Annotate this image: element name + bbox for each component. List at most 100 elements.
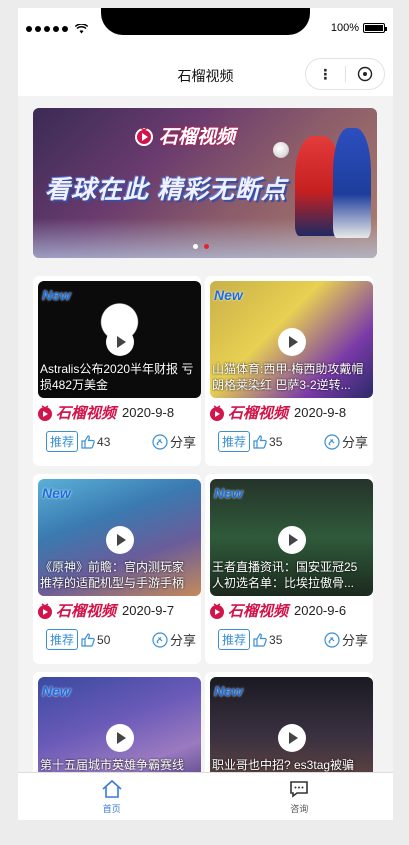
home-icon bbox=[102, 779, 122, 798]
play-icon[interactable] bbox=[106, 328, 134, 356]
battery-percent: 100% bbox=[330, 22, 359, 34]
video-card[interactable]: New 王者直播资讯：国安亚冠25 人初选名单：比埃拉傲骨... 石榴视频 20… bbox=[205, 474, 373, 664]
carousel-dot[interactable] bbox=[193, 244, 198, 249]
recommend-tag[interactable]: 推荐 bbox=[218, 431, 251, 452]
share-label: 分享 bbox=[341, 435, 368, 450]
like-count: 43 bbox=[97, 434, 111, 449]
tab-label: 首页 bbox=[102, 803, 121, 814]
thumbs-up-icon bbox=[81, 434, 95, 449]
like-button[interactable]: 35 bbox=[252, 632, 282, 648]
play-icon[interactable] bbox=[278, 526, 306, 554]
video-title: 山猫体育:西甲-梅西助攻戴帽 朗格莱染红 巴萨3-2逆转... bbox=[212, 362, 364, 392]
video-title: 职业哥也中招? es3tag被骗 bbox=[212, 758, 355, 772]
video-thumbnail[interactable]: New 山猫体育:西甲-梅西助攻戴帽 朗格莱染红 巴萨3-2逆转... bbox=[210, 281, 373, 398]
banner-logo-text: 石榴视频 bbox=[159, 127, 236, 148]
brand-logo: 石榴视频 bbox=[208, 402, 288, 423]
video-title: Astralis公布2020半年财报 亏损482万美金 bbox=[40, 362, 194, 392]
pomegranate-logo-icon bbox=[38, 602, 52, 619]
video-title: 《原神》前瞻：官内测玩家 推荐的适配机型与手游手柄 bbox=[40, 560, 185, 590]
tab-label: 咨询 bbox=[290, 803, 309, 814]
video-card[interactable]: New 第十五届城市英雄争霸赛线 bbox=[33, 672, 201, 772]
mini-program-capsule: ⋮ bbox=[305, 58, 385, 90]
close-button[interactable] bbox=[345, 66, 384, 82]
video-actions: 推荐 43 分享 bbox=[46, 431, 196, 452]
new-badge: New bbox=[42, 287, 71, 303]
battery-icon bbox=[363, 23, 387, 33]
battery-status: 100% bbox=[330, 22, 387, 34]
pomegranate-logo-icon bbox=[210, 602, 224, 619]
share-button[interactable]: 分享 bbox=[152, 630, 196, 649]
video-meta: 石榴视频 2020-9-7 bbox=[36, 600, 174, 621]
like-count: 35 bbox=[269, 632, 283, 647]
like-button[interactable]: 35 bbox=[252, 434, 282, 450]
video-card[interactable]: New 山猫体育:西甲-梅西助攻戴帽 朗格莱染红 巴萨3-2逆转... 石榴视频… bbox=[205, 276, 373, 466]
share-icon bbox=[152, 433, 168, 450]
video-title: 王者直播资讯：国安亚冠25 人初选名单：比埃拉傲骨... bbox=[212, 560, 358, 590]
video-card[interactable]: New 职业哥也中招? es3tag被骗 bbox=[205, 672, 373, 772]
share-button[interactable]: 分享 bbox=[324, 630, 368, 649]
video-meta: 石榴视频 2020-9-8 bbox=[36, 402, 174, 423]
like-count: 35 bbox=[269, 434, 283, 449]
recommend-tag[interactable]: 推荐 bbox=[218, 629, 251, 650]
video-thumbnail[interactable]: New Astralis公布2020半年财报 亏损482万美金 bbox=[38, 281, 201, 398]
notch bbox=[101, 8, 310, 35]
banner-carousel[interactable]: 石榴视频 看球在此 精彩无断点 bbox=[33, 108, 377, 258]
video-thumbnail[interactable]: New 《原神》前瞻：官内测玩家 推荐的适配机型与手游手柄 bbox=[38, 479, 201, 596]
play-icon[interactable] bbox=[278, 328, 306, 356]
brand-name: 石榴视频 bbox=[56, 405, 117, 422]
signal-indicator bbox=[26, 24, 88, 34]
share-icon bbox=[324, 631, 340, 648]
publish-date: 2020-9-8 bbox=[122, 405, 175, 420]
video-meta: 石榴视频 2020-9-8 bbox=[208, 402, 346, 423]
football-image bbox=[273, 142, 289, 158]
brand-logo: 石榴视频 bbox=[208, 600, 288, 621]
more-button[interactable]: ⋮ bbox=[306, 66, 345, 83]
play-icon[interactable] bbox=[106, 724, 134, 752]
brand-logo: 石榴视频 bbox=[36, 600, 116, 621]
play-icon[interactable] bbox=[106, 526, 134, 554]
brand-name: 石榴视频 bbox=[228, 405, 289, 422]
carousel-dot-active[interactable] bbox=[204, 244, 209, 249]
chat-icon bbox=[290, 780, 309, 798]
new-badge: New bbox=[214, 485, 243, 501]
publish-date: 2020-9-6 bbox=[294, 603, 347, 618]
wifi-icon bbox=[75, 24, 88, 34]
new-badge: New bbox=[214, 287, 243, 303]
play-icon[interactable] bbox=[278, 724, 306, 752]
video-meta: 石榴视频 2020-9-6 bbox=[208, 600, 346, 621]
video-card[interactable]: New 《原神》前瞻：官内测玩家 推荐的适配机型与手游手柄 石榴视频 2020-… bbox=[33, 474, 201, 664]
brand-logo: 石榴视频 bbox=[36, 402, 116, 423]
brand-name: 石榴视频 bbox=[228, 603, 289, 620]
video-thumbnail[interactable]: New 第十五届城市英雄争霸赛线 bbox=[38, 677, 201, 772]
main-content: 石榴视频 看球在此 精彩无断点 New Astralis公布2020半年财报 亏… bbox=[18, 96, 393, 772]
video-actions: 推荐 35 分享 bbox=[218, 629, 368, 650]
like-button[interactable]: 43 bbox=[80, 434, 110, 450]
video-thumbnail[interactable]: New 职业哥也中招? es3tag被骗 bbox=[210, 677, 373, 772]
tab-consult[interactable]: 咨询 bbox=[206, 773, 394, 820]
video-thumbnail[interactable]: New 王者直播资讯：国安亚冠25 人初选名单：比埃拉傲骨... bbox=[210, 479, 373, 596]
share-icon bbox=[324, 433, 340, 450]
video-title: 第十五届城市英雄争霸赛线 bbox=[40, 758, 185, 772]
new-badge: New bbox=[42, 485, 71, 501]
player-blue-image bbox=[333, 128, 371, 238]
pomegranate-logo-icon bbox=[210, 404, 224, 421]
banner-slogan: 看球在此 精彩无断点 bbox=[45, 176, 287, 204]
thumbs-up-icon bbox=[253, 434, 267, 449]
thumbs-up-icon bbox=[81, 632, 95, 647]
share-button[interactable]: 分享 bbox=[152, 432, 196, 451]
publish-date: 2020-9-8 bbox=[294, 405, 347, 420]
tab-home[interactable]: 首页 bbox=[18, 773, 206, 820]
video-card[interactable]: New Astralis公布2020半年财报 亏损482万美金 石榴视频 202… bbox=[33, 276, 201, 466]
recommend-tag[interactable]: 推荐 bbox=[46, 629, 79, 650]
video-actions: 推荐 50 分享 bbox=[46, 629, 196, 650]
recommend-tag[interactable]: 推荐 bbox=[46, 431, 79, 452]
pomegranate-logo-icon bbox=[38, 404, 52, 421]
close-circle-icon bbox=[357, 66, 372, 82]
video-actions: 推荐 35 分享 bbox=[218, 431, 368, 452]
like-count: 50 bbox=[97, 632, 111, 647]
like-button[interactable]: 50 bbox=[80, 632, 110, 648]
share-label: 分享 bbox=[169, 633, 196, 648]
new-badge: New bbox=[214, 683, 243, 699]
share-button[interactable]: 分享 bbox=[324, 432, 368, 451]
share-label: 分享 bbox=[169, 435, 196, 450]
